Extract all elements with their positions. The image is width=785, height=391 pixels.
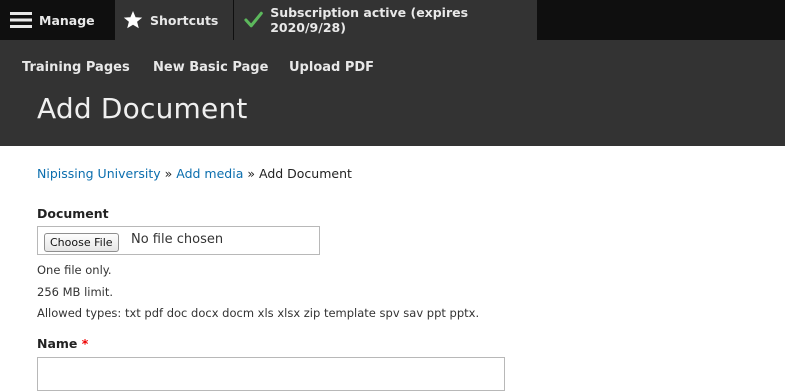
breadcrumb-home-link[interactable]: Nipissing University	[37, 166, 161, 181]
subscription-label: Subscription active (expires 2020/9/28)	[270, 5, 469, 35]
name-label-text: Name	[37, 336, 78, 351]
breadcrumb: Nipissing University » Add media » Add D…	[37, 166, 352, 181]
file-status-text: No file chosen	[131, 232, 224, 247]
tray-link-new-basic-page[interactable]: New Basic Page	[153, 60, 268, 75]
breadcrumb-separator: »	[164, 166, 173, 181]
breadcrumb-add-media-link[interactable]: Add media	[176, 166, 243, 181]
breadcrumb-separator: »	[247, 166, 255, 181]
shortcuts-label: Shortcuts	[150, 12, 219, 28]
hamburger-menu-icon	[10, 12, 32, 28]
document-file-input[interactable]: Choose File No file chosen	[37, 226, 320, 255]
shortcuts-menu[interactable]: Shortcuts	[115, 0, 233, 40]
page-title: Add Document	[37, 92, 248, 125]
name-field-label: Name *	[37, 336, 88, 351]
subscription-status[interactable]: Subscription active (expires 2020/9/28)	[234, 0, 537, 40]
tray-link-training-pages[interactable]: Training Pages	[22, 60, 130, 75]
breadcrumb-current: Add Document	[258, 166, 352, 181]
help-text-size-limit: 256 MB limit.	[37, 285, 114, 299]
checkmark-icon	[244, 11, 263, 28]
tray-link-upload-pdf[interactable]: Upload PDF	[289, 60, 374, 75]
required-marker: *	[81, 336, 89, 351]
choose-file-button[interactable]: Choose File	[44, 233, 119, 252]
help-text-file-count: One file only.	[37, 263, 112, 277]
admin-toolbar: Manage Shortcuts Subscription active (ex…	[0, 0, 785, 40]
help-text-allowed-types: Allowed types: txt pdf doc docx docm xls…	[37, 306, 480, 320]
document-field-label: Document	[37, 206, 109, 221]
star-icon	[123, 11, 143, 29]
manage-label: Manage	[39, 12, 95, 28]
manage-menu[interactable]: Manage	[10, 0, 95, 40]
name-input[interactable]	[37, 357, 505, 391]
